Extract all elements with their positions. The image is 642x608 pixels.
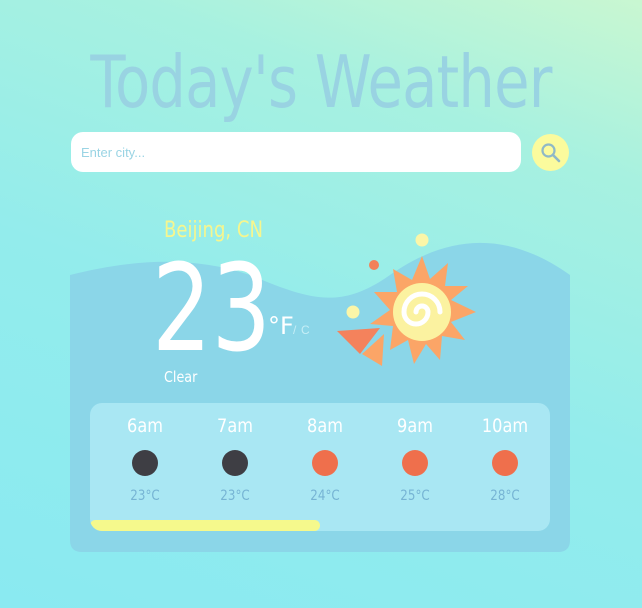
city-search-input[interactable] — [71, 132, 521, 172]
hourly-item: 6am 23°C — [100, 403, 190, 531]
sun-particle-icon — [415, 233, 429, 247]
hourly-item: 8am 24°C — [280, 403, 370, 531]
hour-time: 9am — [397, 415, 433, 437]
unit-fahrenheit-toggle[interactable]: °F — [268, 312, 294, 340]
hourly-item: 9am 25°C — [370, 403, 460, 531]
sun-icon — [337, 233, 476, 366]
night-dot-icon — [132, 450, 158, 476]
sun-dot-icon — [312, 450, 338, 476]
night-dot-icon — [222, 450, 248, 476]
hour-time: 10am — [481, 415, 529, 437]
sun-particle-icon — [369, 260, 379, 270]
hour-time: 6am — [127, 415, 163, 437]
hour-temperature: 25°C — [400, 488, 430, 504]
search-icon — [541, 143, 561, 163]
sun-dot-icon — [492, 450, 518, 476]
unit-separator: / — [293, 323, 297, 337]
hourly-item: 7am 23°C — [190, 403, 280, 531]
unit-celsius-toggle[interactable]: C — [301, 323, 310, 337]
hourly-item: 10am 28°C — [460, 403, 550, 531]
sun-particle-icon — [346, 305, 360, 319]
hour-temperature: 23°C — [220, 488, 250, 504]
hourly-forecast-panel: 6am 23°C 7am 23°C 8am 24°C 9am 25°C 10am… — [90, 403, 550, 531]
page-title: Today's Weather — [90, 40, 552, 124]
weather-condition: Clear — [164, 368, 198, 386]
hour-time: 8am — [307, 415, 343, 437]
hour-temperature: 24°C — [310, 488, 340, 504]
hour-temperature: 28°C — [490, 488, 520, 504]
day-progress-bar — [90, 520, 320, 531]
search-button[interactable] — [532, 134, 569, 171]
hour-time: 7am — [217, 415, 253, 437]
current-temperature: 23 — [152, 240, 272, 379]
hour-temperature: 23°C — [130, 488, 160, 504]
sun-dot-icon — [402, 450, 428, 476]
